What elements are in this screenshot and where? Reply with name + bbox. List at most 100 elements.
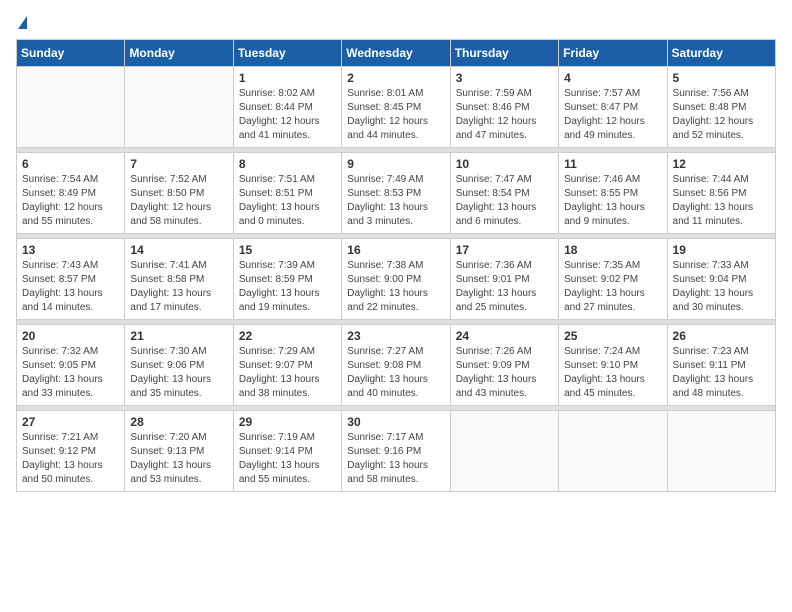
calendar-header-row: SundayMondayTuesdayWednesdayThursdayFrid…	[17, 40, 776, 67]
calendar-day: 8 Sunrise: 7:51 AM Sunset: 8:51 PM Daylig…	[233, 153, 341, 234]
calendar-day: 19 Sunrise: 7:33 AM Sunset: 9:04 PM Dayli…	[667, 239, 775, 320]
calendar-day: 3Sunrise: 7:59 AM Sunset: 8:46 PM Daylig…	[450, 67, 558, 148]
calendar-day: 27Sunrise: 7:21 AM Sunset: 9:12 PM Dayli…	[17, 411, 125, 492]
calendar-day: 26 Sunrise: 7:23 AM Sunset: 9:11 PM Dayli…	[667, 325, 775, 406]
day-content: Sunrise: 8:01 AM Sunset: 8:45 PM Dayligh…	[347, 87, 444, 143]
day-header-saturday: Saturday	[667, 40, 775, 67]
calendar-day: 18 Sunrise: 7:35 AM Sunset: 9:02 PM Dayli…	[559, 239, 667, 320]
calendar-day: 24 Sunrise: 7:26 AM Sunset: 9:09 PM Dayli…	[450, 325, 558, 406]
calendar-day: 28Sunrise: 7:20 AM Sunset: 9:13 PM Dayli…	[125, 411, 233, 492]
calendar-day: 21 Sunrise: 7:30 AM Sunset: 9:06 PM Dayli…	[125, 325, 233, 406]
calendar-day	[125, 67, 233, 148]
day-number: 9	[347, 157, 444, 171]
day-number: 13	[22, 243, 119, 257]
calendar-day: 13 Sunrise: 7:43 AM Sunset: 8:57 PM Dayli…	[17, 239, 125, 320]
day-number: 14	[130, 243, 227, 257]
calendar-day: 15 Sunrise: 7:39 AM Sunset: 8:59 PM Dayli…	[233, 239, 341, 320]
calendar-week-3: 13 Sunrise: 7:43 AM Sunset: 8:57 PM Dayli…	[17, 239, 776, 320]
logo-triangle-icon	[18, 16, 27, 29]
calendar-day	[559, 411, 667, 492]
calendar-day: 25 Sunrise: 7:24 AM Sunset: 9:10 PM Dayli…	[559, 325, 667, 406]
day-content: Sunrise: 7:21 AM Sunset: 9:12 PM Dayligh…	[22, 431, 119, 487]
day-content: Sunrise: 7:30 AM Sunset: 9:06 PM Dayligh…	[130, 345, 227, 401]
day-content: Sunrise: 7:24 AM Sunset: 9:10 PM Dayligh…	[564, 345, 661, 401]
day-number: 16	[347, 243, 444, 257]
calendar-day: 4 Sunrise: 7:57 AM Sunset: 8:47 PM Daylig…	[559, 67, 667, 148]
calendar-day	[17, 67, 125, 148]
day-number: 3	[456, 71, 553, 85]
calendar-day: 11 Sunrise: 7:46 AM Sunset: 8:55 PM Dayli…	[559, 153, 667, 234]
calendar-day: 7Sunrise: 7:52 AM Sunset: 8:50 PM Daylig…	[125, 153, 233, 234]
day-content: Sunrise: 7:17 AM Sunset: 9:16 PM Dayligh…	[347, 431, 444, 487]
day-number: 2	[347, 71, 444, 85]
day-number: 5	[673, 71, 770, 85]
calendar-week-2: 6Sunrise: 7:54 AM Sunset: 8:49 PM Daylig…	[17, 153, 776, 234]
day-content: Sunrise: 7:56 AM Sunset: 8:48 PM Dayligh…	[673, 87, 770, 143]
calendar-day: 12 Sunrise: 7:44 AM Sunset: 8:56 PM Dayli…	[667, 153, 775, 234]
day-content: Sunrise: 7:43 AM Sunset: 8:57 PM Dayligh…	[22, 259, 119, 315]
day-content: Sunrise: 7:29 AM Sunset: 9:07 PM Dayligh…	[239, 345, 336, 401]
day-content: Sunrise: 7:33 AM Sunset: 9:04 PM Dayligh…	[673, 259, 770, 315]
day-header-sunday: Sunday	[17, 40, 125, 67]
day-content: Sunrise: 7:19 AM Sunset: 9:14 PM Dayligh…	[239, 431, 336, 487]
day-number: 18	[564, 243, 661, 257]
day-content: Sunrise: 7:46 AM Sunset: 8:55 PM Dayligh…	[564, 173, 661, 229]
calendar-week-4: 20Sunrise: 7:32 AM Sunset: 9:05 PM Dayli…	[17, 325, 776, 406]
day-content: Sunrise: 7:52 AM Sunset: 8:50 PM Dayligh…	[130, 173, 227, 229]
day-number: 21	[130, 329, 227, 343]
day-header-friday: Friday	[559, 40, 667, 67]
day-content: Sunrise: 7:44 AM Sunset: 8:56 PM Dayligh…	[673, 173, 770, 229]
calendar-day: 1 Sunrise: 8:02 AM Sunset: 8:44 PM Daylig…	[233, 67, 341, 148]
calendar-week-5: 27Sunrise: 7:21 AM Sunset: 9:12 PM Dayli…	[17, 411, 776, 492]
calendar-day	[450, 411, 558, 492]
day-content: Sunrise: 7:38 AM Sunset: 9:00 PM Dayligh…	[347, 259, 444, 315]
day-number: 12	[673, 157, 770, 171]
day-header-tuesday: Tuesday	[233, 40, 341, 67]
day-number: 10	[456, 157, 553, 171]
day-content: Sunrise: 7:26 AM Sunset: 9:09 PM Dayligh…	[456, 345, 553, 401]
calendar-table: SundayMondayTuesdayWednesdayThursdayFrid…	[16, 39, 776, 492]
day-number: 15	[239, 243, 336, 257]
day-number: 19	[673, 243, 770, 257]
day-number: 4	[564, 71, 661, 85]
calendar-day: 30 Sunrise: 7:17 AM Sunset: 9:16 PM Dayli…	[342, 411, 450, 492]
calendar-day: 22Sunrise: 7:29 AM Sunset: 9:07 PM Dayli…	[233, 325, 341, 406]
calendar-day: 17Sunrise: 7:36 AM Sunset: 9:01 PM Dayli…	[450, 239, 558, 320]
calendar-week-1: 1 Sunrise: 8:02 AM Sunset: 8:44 PM Daylig…	[17, 67, 776, 148]
day-content: Sunrise: 7:23 AM Sunset: 9:11 PM Dayligh…	[673, 345, 770, 401]
day-content: Sunrise: 7:47 AM Sunset: 8:54 PM Dayligh…	[456, 173, 553, 229]
day-content: Sunrise: 8:02 AM Sunset: 8:44 PM Dayligh…	[239, 87, 336, 143]
calendar-day: 10 Sunrise: 7:47 AM Sunset: 8:54 PM Dayli…	[450, 153, 558, 234]
day-number: 1	[239, 71, 336, 85]
day-number: 24	[456, 329, 553, 343]
calendar-day: 23 Sunrise: 7:27 AM Sunset: 9:08 PM Dayli…	[342, 325, 450, 406]
day-number: 23	[347, 329, 444, 343]
day-content: Sunrise: 7:36 AM Sunset: 9:01 PM Dayligh…	[456, 259, 553, 315]
day-content: Sunrise: 7:39 AM Sunset: 8:59 PM Dayligh…	[239, 259, 336, 315]
calendar-day: 14 Sunrise: 7:41 AM Sunset: 8:58 PM Dayli…	[125, 239, 233, 320]
day-number: 30	[347, 415, 444, 429]
day-number: 26	[673, 329, 770, 343]
day-number: 25	[564, 329, 661, 343]
day-content: Sunrise: 7:27 AM Sunset: 9:08 PM Dayligh…	[347, 345, 444, 401]
day-number: 29	[239, 415, 336, 429]
calendar-day	[667, 411, 775, 492]
calendar-day: 20Sunrise: 7:32 AM Sunset: 9:05 PM Dayli…	[17, 325, 125, 406]
calendar-day: 9 Sunrise: 7:49 AM Sunset: 8:53 PM Daylig…	[342, 153, 450, 234]
day-content: Sunrise: 7:57 AM Sunset: 8:47 PM Dayligh…	[564, 87, 661, 143]
day-content: Sunrise: 7:41 AM Sunset: 8:58 PM Dayligh…	[130, 259, 227, 315]
day-content: Sunrise: 7:54 AM Sunset: 8:49 PM Dayligh…	[22, 173, 119, 229]
day-content: Sunrise: 7:51 AM Sunset: 8:51 PM Dayligh…	[239, 173, 336, 229]
day-content: Sunrise: 7:35 AM Sunset: 9:02 PM Dayligh…	[564, 259, 661, 315]
day-header-wednesday: Wednesday	[342, 40, 450, 67]
logo	[16, 16, 27, 29]
day-number: 28	[130, 415, 227, 429]
day-number: 8	[239, 157, 336, 171]
calendar-day: 2 Sunrise: 8:01 AM Sunset: 8:45 PM Daylig…	[342, 67, 450, 148]
day-content: Sunrise: 7:49 AM Sunset: 8:53 PM Dayligh…	[347, 173, 444, 229]
calendar-day: 16 Sunrise: 7:38 AM Sunset: 9:00 PM Dayli…	[342, 239, 450, 320]
day-header-thursday: Thursday	[450, 40, 558, 67]
calendar-day: 6Sunrise: 7:54 AM Sunset: 8:49 PM Daylig…	[17, 153, 125, 234]
day-content: Sunrise: 7:32 AM Sunset: 9:05 PM Dayligh…	[22, 345, 119, 401]
day-number: 11	[564, 157, 661, 171]
